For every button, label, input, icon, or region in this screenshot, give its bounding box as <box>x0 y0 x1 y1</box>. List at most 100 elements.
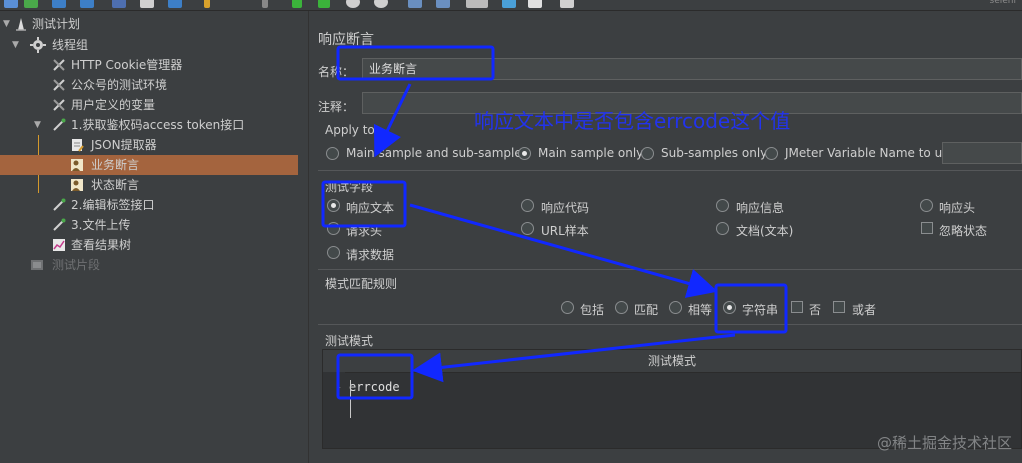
tree-item-user-variables[interactable]: 用户定义的变量 <box>0 95 298 115</box>
apply-sub-only-radio[interactable] <box>641 147 654 160</box>
tree-item-business-assertion[interactable]: 业务断言 <box>0 155 298 175</box>
expand-icon[interactable] <box>204 0 210 8</box>
tree-item-thread-group[interactable]: ▼ 线程组 <box>0 35 298 55</box>
tree-item-status-assertion[interactable]: 状态断言 <box>0 175 298 195</box>
name-field[interactable]: 业务断言 <box>362 58 1022 80</box>
tree-item-file-upload-sampler[interactable]: 3.文件上传 <box>0 215 298 235</box>
tree-item-access-token-sampler[interactable]: ▼ 1.获取鉴权码access token接口 <box>0 115 298 135</box>
tree-item-results-tree[interactable]: 查看结果树 <box>0 235 298 255</box>
remote-start-icon[interactable] <box>408 0 422 8</box>
column-header: 测试模式 <box>323 350 1021 373</box>
tree-item-label: HTTP Cookie管理器 <box>71 58 183 72</box>
test-fragment-icon <box>31 260 43 270</box>
field-response-headers-radio[interactable] <box>920 199 933 212</box>
post-processor-icon <box>72 139 84 152</box>
ignore-status-label: 忽略状态 <box>939 224 988 238</box>
config-tool-icon <box>53 99 65 111</box>
clear-icon[interactable] <box>466 0 488 8</box>
tree-item-label: 用户定义的变量 <box>71 98 156 112</box>
field-response-message-radio[interactable] <box>716 199 729 212</box>
watermark: @稀土掘金技术社区 <box>876 434 1012 452</box>
rule-contains-radio[interactable] <box>561 301 574 314</box>
jmeter-variable-name-field[interactable] <box>942 142 1022 164</box>
apply-main-and-sub-radio[interactable] <box>326 147 339 160</box>
open-icon[interactable] <box>52 0 66 8</box>
pane-splitter[interactable] <box>300 11 309 463</box>
new-plan-icon[interactable] <box>4 0 18 8</box>
response-assertion-panel: 响应断言 名称： 业务断言 注释： Apply to: Main sample … <box>309 11 1022 463</box>
tree-item-label: 业务断言 <box>91 158 140 172</box>
rule-matches-radio[interactable] <box>615 301 628 314</box>
save-icon[interactable] <box>80 0 94 8</box>
comment-label: 注释： <box>318 100 355 114</box>
ignore-status-checkbox[interactable] <box>921 222 933 234</box>
section-divider <box>318 324 1022 325</box>
tree-item-label: 线程组 <box>52 38 89 52</box>
tree-item-label: 查看结果树 <box>71 238 132 252</box>
apply-option-label: Main sample only <box>538 146 644 160</box>
tree-item-cookie-manager[interactable]: HTTP Cookie管理器 <box>0 55 298 75</box>
collapse-caret-icon[interactable]: ▼ <box>12 35 19 55</box>
tree-item-label: 测试计划 <box>32 17 81 31</box>
field-url-sampled-radio[interactable] <box>521 222 534 235</box>
field-option-label: 响应文本 <box>346 201 395 215</box>
test-patterns-label: 测试模式 <box>325 334 374 348</box>
tree-item-json-extractor[interactable]: JSON提取器 <box>0 135 298 155</box>
toggle-icon[interactable] <box>262 0 268 8</box>
field-request-data-radio[interactable] <box>327 246 340 259</box>
start-icon[interactable] <box>292 0 302 8</box>
tree-item-label: 状态断言 <box>91 178 140 192</box>
rule-substring-radio[interactable] <box>723 301 736 314</box>
not-checkbox[interactable] <box>791 301 803 313</box>
rule-option-label: 相等 <box>688 303 713 317</box>
config-tool-icon <box>53 59 65 71</box>
rule-option-label: 字符串 <box>742 303 779 317</box>
copy-icon[interactable] <box>140 0 154 8</box>
page-title: 响应断言 <box>318 32 374 48</box>
tree-item-test-fragment[interactable]: 测试片段 <box>0 255 298 275</box>
listener-chart-icon <box>53 239 65 251</box>
cut-icon[interactable] <box>112 0 126 8</box>
field-request-headers-radio[interactable] <box>327 222 340 235</box>
collapse-caret-icon[interactable]: ▼ <box>34 115 41 135</box>
field-response-code-radio[interactable] <box>521 199 534 212</box>
line-number: 1 <box>323 372 345 448</box>
field-response-text-radio[interactable] <box>327 199 340 212</box>
tree-item-test-plan[interactable]: ▼ 测试计划 <box>0 14 298 34</box>
remote-stop-icon[interactable] <box>436 0 450 8</box>
tree-item-label: 2.编辑标签接口 <box>71 198 155 212</box>
rule-equals-radio[interactable] <box>669 301 682 314</box>
help-icon[interactable] <box>560 0 574 8</box>
or-checkbox[interactable] <box>833 301 845 313</box>
apply-main-only-radio[interactable] <box>518 147 531 160</box>
field-document-text-radio[interactable] <box>716 222 729 235</box>
collapse-caret-icon[interactable]: ▼ <box>3 14 10 34</box>
test-plan-tree[interactable]: ▼ 测试计划 ▼ 线程组 HTTP Cookie管理器 公众号的测试环境 用户定… <box>0 11 301 463</box>
tree-item-label: JSON提取器 <box>91 138 157 152</box>
paste-icon[interactable] <box>168 0 182 8</box>
apply-jmeter-variable-radio[interactable] <box>765 147 778 160</box>
pattern-value[interactable]: errcode <box>349 380 400 394</box>
field-option-label: 文档(文本) <box>736 224 794 238</box>
tree-item-label: 测试片段 <box>52 258 101 272</box>
tree-item-test-env[interactable]: 公众号的测试环境 <box>0 75 298 95</box>
start-no-pause-icon[interactable] <box>318 0 330 8</box>
field-option-label: URL样本 <box>541 224 589 238</box>
apply-option-label: JMeter Variable Name to use <box>785 146 956 160</box>
sampler-pipette-icon <box>53 218 66 231</box>
apply-to-label: Apply to: <box>325 123 379 137</box>
text-cursor <box>350 380 351 418</box>
annotation-text: 响应文本中是否包含errcode这个值 <box>474 109 791 133</box>
tree-item-label: 3.文件上传 <box>71 218 131 232</box>
tree-item-label: 公众号的测试环境 <box>71 78 168 92</box>
test-plan-icon <box>16 18 26 31</box>
tree-item-edit-tag-sampler[interactable]: 2.编辑标签接口 <box>0 195 298 215</box>
shutdown-icon[interactable] <box>374 0 388 8</box>
tree-item-label: 1.获取鉴权码access token接口 <box>71 118 245 132</box>
field-option-label: 响应头 <box>939 201 976 215</box>
templates-icon[interactable] <box>24 0 38 8</box>
thread-group-gear-icon <box>30 37 46 53</box>
function-helper-icon[interactable] <box>528 0 542 8</box>
stop-icon[interactable] <box>346 0 360 8</box>
search-icon[interactable] <box>502 0 516 8</box>
